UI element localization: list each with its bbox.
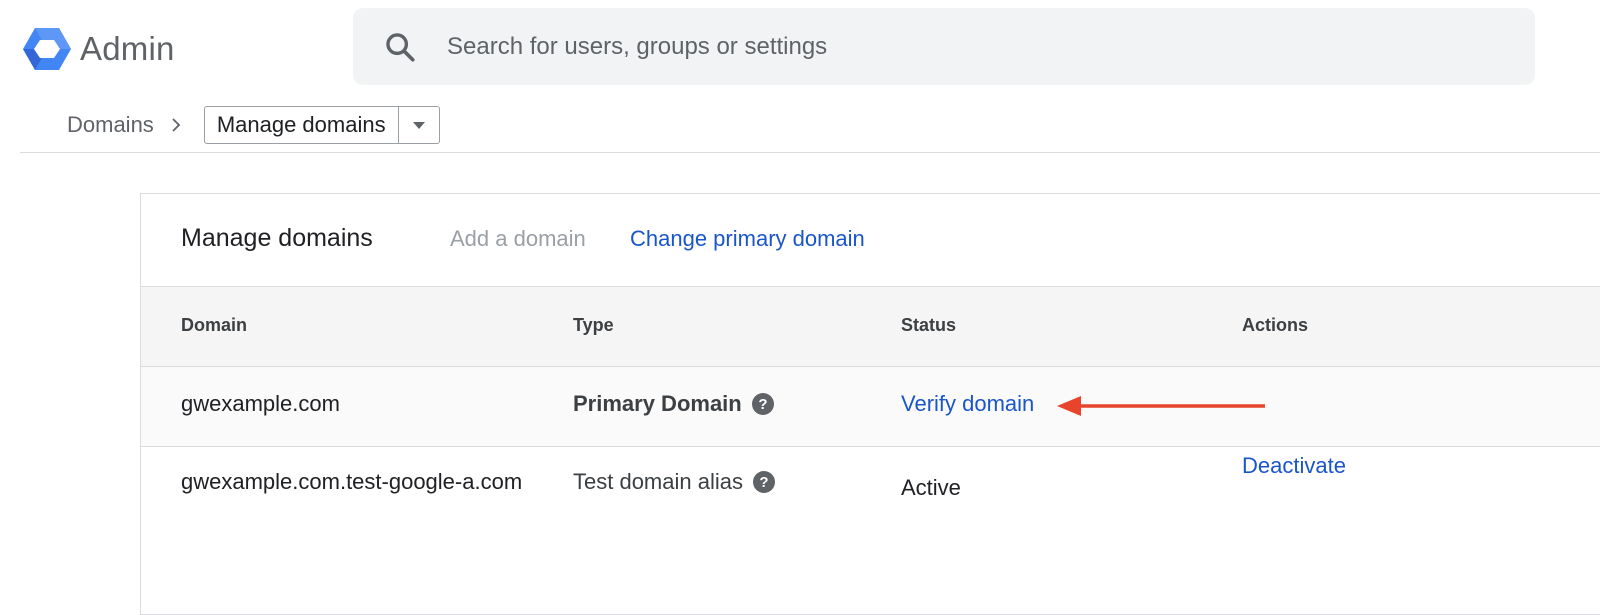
svg-text:?: ? xyxy=(759,474,768,491)
column-header-actions: Actions xyxy=(1242,315,1309,335)
breadcrumb-current[interactable]: Manage domains xyxy=(205,107,399,143)
domain-type-label: Primary Domain xyxy=(573,391,742,416)
breadcrumb-domains-link[interactable]: Domains xyxy=(67,112,154,138)
domain-name: gwexample.com xyxy=(181,391,340,416)
change-primary-domain-link[interactable]: Change primary domain xyxy=(630,226,865,252)
domain-type: Primary Domain ? xyxy=(573,391,775,417)
verify-domain-link[interactable]: Verify domain xyxy=(901,391,1034,417)
chevron-right-icon xyxy=(172,118,181,132)
breadcrumb-page-select[interactable]: Manage domains xyxy=(203,106,440,144)
domain-type: Test domain alias ? xyxy=(573,469,776,495)
help-icon[interactable]: ? xyxy=(751,392,775,416)
breadcrumb-dropdown-button[interactable] xyxy=(399,107,439,143)
column-header-status: Status xyxy=(901,315,957,335)
help-icon[interactable]: ? xyxy=(752,470,776,494)
domain-status: Active xyxy=(901,475,961,500)
search-input[interactable] xyxy=(445,26,1509,68)
column-header-domain: Domain xyxy=(181,315,248,335)
search-bar[interactable] xyxy=(353,8,1535,85)
domain-type-label: Test domain alias xyxy=(573,469,743,494)
annotation-arrow-icon xyxy=(1057,396,1265,416)
header-divider xyxy=(20,152,1600,153)
admin-logo-icon xyxy=(23,28,71,70)
card-title: Manage domains xyxy=(181,224,373,252)
manage-domains-card: Manage domains Add a domain Change prima… xyxy=(140,193,1600,615)
card-header: Manage domains Add a domain Change prima… xyxy=(141,194,1600,287)
table-row: gwexample.com Primary Domain ? Verify do… xyxy=(141,367,1600,447)
logo-text: Admin xyxy=(80,30,175,67)
deactivate-link[interactable]: Deactivate xyxy=(1242,453,1346,479)
search-icon[interactable] xyxy=(383,30,417,64)
domain-name: gwexample.com.test-google-a.com xyxy=(181,469,523,494)
svg-text:?: ? xyxy=(758,396,767,413)
breadcrumb: Domains Manage domains xyxy=(67,106,440,144)
add-domain-link[interactable]: Add a domain xyxy=(450,226,586,252)
caret-down-icon xyxy=(412,122,425,129)
table-header: Domain Type Status Actions xyxy=(141,287,1600,367)
column-header-type: Type xyxy=(573,315,614,335)
admin-logo[interactable]: Admin xyxy=(22,26,175,72)
table-row: gwexample.com.test-google-a.com Test dom… xyxy=(141,447,1600,537)
